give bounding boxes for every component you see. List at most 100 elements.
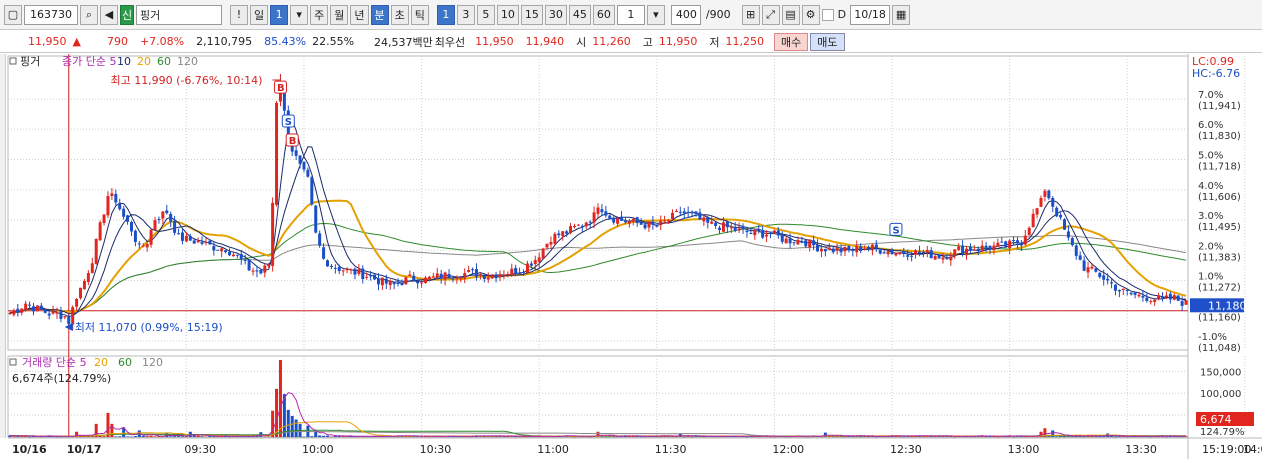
period-month-button[interactable]: 월 xyxy=(330,4,349,25)
candle-body xyxy=(788,238,792,244)
period-year-button[interactable]: 년 xyxy=(350,4,369,25)
interval-15-button[interactable]: 15 xyxy=(520,4,543,25)
candle-body xyxy=(819,248,823,252)
volume-legend-entry: 60 xyxy=(118,356,132,369)
interval-1-button[interactable]: 1 xyxy=(436,4,455,25)
stock-name-field[interactable]: 핑거 xyxy=(136,4,222,25)
volume-bar xyxy=(1102,436,1106,438)
candle-body xyxy=(122,208,126,217)
settings-gear-icon[interactable]: ⚙ xyxy=(801,4,820,25)
candle-body xyxy=(984,245,988,248)
calendar-icon[interactable]: ▦ xyxy=(892,4,911,25)
candle-body xyxy=(98,222,102,241)
candle-body xyxy=(345,268,349,271)
interval-5-button[interactable]: 5 xyxy=(476,4,495,25)
candle-body xyxy=(761,229,765,238)
candle-body xyxy=(616,218,620,224)
candle-body xyxy=(1172,295,1176,300)
candle-body xyxy=(902,251,906,255)
volume-ratio-1: 85.43% xyxy=(264,35,307,48)
candle-body xyxy=(408,274,412,276)
search-icon[interactable]: ⌕ xyxy=(80,4,98,25)
candle-body xyxy=(251,270,255,272)
candle-body xyxy=(376,278,380,285)
candle-body xyxy=(910,255,914,257)
y-tick-pct: 2.0% xyxy=(1198,241,1223,252)
candle-body xyxy=(972,249,976,251)
candle-body xyxy=(827,247,831,250)
drawing-tools-icon[interactable]: ⊞ xyxy=(741,4,760,25)
buy-button[interactable]: 매수 xyxy=(774,32,809,51)
save-icon[interactable]: ▤ xyxy=(781,4,800,25)
alert-button[interactable]: ! xyxy=(230,4,248,25)
y-tick-pct: 7.0% xyxy=(1198,90,1223,101)
candle-body xyxy=(494,275,498,279)
volume-bar xyxy=(690,436,694,438)
candle-body xyxy=(86,273,90,282)
volume-bar xyxy=(141,435,145,437)
volume-bar xyxy=(133,436,137,437)
interval-45-button[interactable]: 45 xyxy=(568,4,591,25)
candle-body xyxy=(424,277,428,283)
candle-body xyxy=(255,270,259,272)
candle-body xyxy=(380,277,384,286)
best-ask: 11,950 xyxy=(475,35,514,48)
zoom-icon[interactable]: ⤢ xyxy=(761,4,780,25)
low-price: 11,250 xyxy=(725,35,765,48)
candle-body xyxy=(831,248,835,253)
volume-bar xyxy=(302,436,306,438)
date-input[interactable]: 10/18 xyxy=(850,4,891,25)
chevron-down-icon[interactable]: ▾ xyxy=(290,4,309,25)
period-week-button[interactable]: 주 xyxy=(310,4,329,25)
d-checkbox[interactable] xyxy=(821,8,834,21)
period-day-button[interactable]: 일 xyxy=(250,4,269,25)
candle-body xyxy=(1086,267,1090,273)
volume-bar xyxy=(12,436,16,437)
candle-body xyxy=(518,273,522,275)
signal-marker-label: S xyxy=(285,117,292,128)
period-minute-button[interactable]: 분 xyxy=(370,4,389,25)
volume-bar xyxy=(1164,436,1168,438)
volume-bar xyxy=(612,436,616,438)
stock-code-input[interactable]: 163730 xyxy=(24,4,78,25)
candle-body xyxy=(882,252,886,254)
period-tick-button[interactable]: 틱 xyxy=(410,4,429,25)
candle-body xyxy=(118,203,122,210)
sell-button[interactable]: 매도 xyxy=(810,32,845,51)
period-second-button[interactable]: 초 xyxy=(390,4,409,25)
candle-body xyxy=(537,257,541,262)
candle-body xyxy=(1176,295,1180,301)
candle-body xyxy=(126,215,130,222)
x-tick-label: 12:30 xyxy=(890,443,922,456)
volume-bar xyxy=(866,436,870,437)
y-tick-price: (11,383) xyxy=(1198,252,1241,263)
candle-body xyxy=(31,306,35,312)
interval-3-button[interactable]: 3 xyxy=(456,4,475,25)
code-menu-icon[interactable]: ▢ xyxy=(4,4,22,25)
period-day-count[interactable]: 1 xyxy=(270,4,289,25)
interval-60-button[interactable]: 60 xyxy=(592,4,615,25)
volume-bar xyxy=(572,436,576,438)
candle-body xyxy=(674,210,678,212)
candle-body xyxy=(294,150,298,156)
stock-chart[interactable]: 7.0%(11,941) 6.0%(11,830) 5.0%(11,718) 4.0%… xyxy=(0,54,1262,459)
price-legend-entry: 20 xyxy=(137,55,151,68)
volume-bar xyxy=(149,435,153,437)
candle-body xyxy=(647,221,651,228)
interval-30-button[interactable]: 30 xyxy=(544,4,567,25)
chevron-down-icon[interactable]: ▾ xyxy=(646,4,665,25)
volume-bar xyxy=(263,436,267,438)
candle-body xyxy=(780,233,784,242)
candle-body xyxy=(1059,214,1063,218)
candle-body xyxy=(572,226,576,228)
candle-body xyxy=(51,311,55,314)
volume-bar xyxy=(768,436,772,438)
interval-count-input[interactable]: 1 xyxy=(616,4,645,25)
volume-bar xyxy=(294,419,298,437)
sound-icon[interactable]: ◀ xyxy=(100,4,118,25)
volume-bar xyxy=(286,409,290,437)
view-count-input[interactable]: 400 xyxy=(670,4,701,25)
x-tick-label: 12:00 xyxy=(772,443,804,456)
volume-bar xyxy=(196,435,200,437)
interval-10-button[interactable]: 10 xyxy=(496,4,519,25)
